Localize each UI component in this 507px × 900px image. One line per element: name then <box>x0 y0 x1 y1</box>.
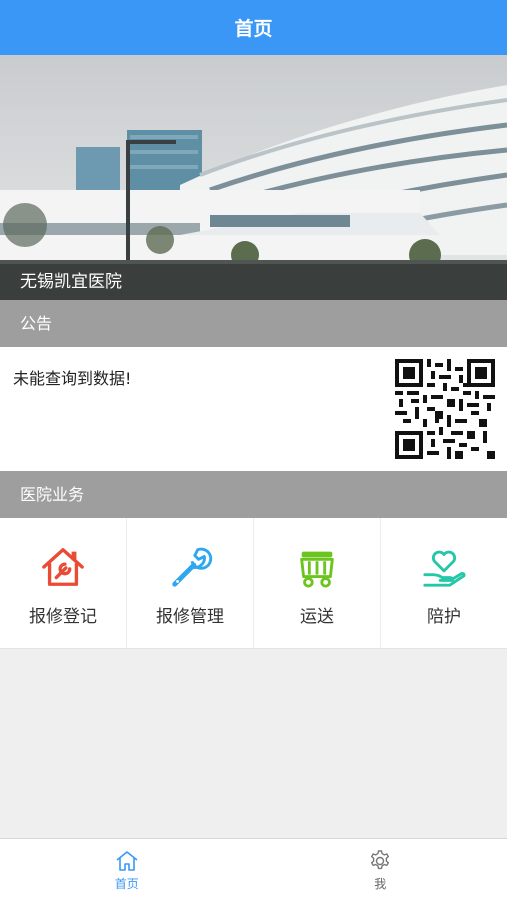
service-nursing[interactable]: 陪护 <box>381 518 507 648</box>
hospital-banner[interactable]: 无锡凯宜医院 <box>0 55 507 300</box>
service-transport[interactable]: 运送 <box>254 518 381 648</box>
heart-hand-icon <box>423 550 466 587</box>
page-title: 首页 <box>234 18 273 40</box>
tab-home[interactable]: 首页 <box>0 839 254 900</box>
tab-label: 我 <box>374 877 387 891</box>
service-label: 报修管理 <box>156 607 224 627</box>
notice-message: 未能查询到数据! <box>13 369 132 388</box>
house-wrench-icon <box>42 548 84 586</box>
service-repair-register[interactable]: 报修登记 <box>0 518 127 648</box>
banner-caption: 无锡凯宜医院 <box>0 264 507 300</box>
wrench-icon <box>172 547 213 587</box>
qr-code-icon <box>395 359 495 459</box>
service-repair-management[interactable]: 报修管理 <box>127 518 254 648</box>
service-label: 报修登记 <box>29 607 97 627</box>
services-section-title: 医院业务 <box>0 471 507 518</box>
home-icon <box>116 851 138 871</box>
gear-icon <box>371 850 390 870</box>
bottom-tab-bar: 首页 我 <box>0 838 507 900</box>
app-header: 首页 <box>0 0 507 55</box>
service-label: 陪护 <box>427 607 461 627</box>
tab-label: 首页 <box>114 877 139 891</box>
service-label: 运送 <box>300 607 334 627</box>
notice-section-title: 公告 <box>0 300 507 347</box>
cart-icon <box>300 551 334 588</box>
tab-me[interactable]: 我 <box>254 839 507 900</box>
notice-panel: 未能查询到数据! <box>0 347 507 471</box>
services-grid: 报修登记 报修管理 运送 陪护 <box>0 518 507 649</box>
